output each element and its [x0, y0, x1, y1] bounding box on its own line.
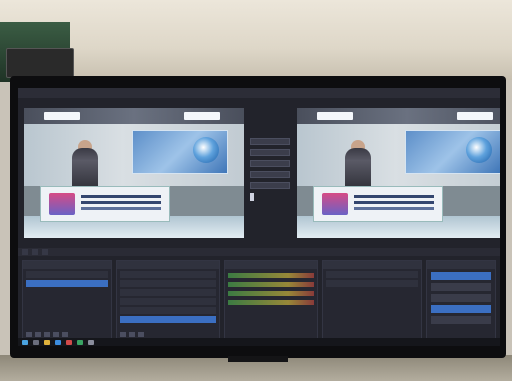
source-item[interactable]: [120, 307, 216, 314]
settings-button[interactable]: [431, 305, 491, 313]
duration-field[interactable]: [326, 280, 418, 287]
gear-icon[interactable]: [138, 332, 144, 337]
ceiling-light: [457, 112, 493, 120]
studio-ceiling: [24, 108, 244, 124]
studio-ceiling: [297, 108, 500, 124]
controls-header: [427, 261, 495, 269]
scenes-footer: [26, 332, 68, 337]
dock-tab[interactable]: [42, 249, 48, 255]
background-device: [6, 48, 74, 78]
sources-header: [117, 261, 219, 269]
transition-button[interactable]: [250, 138, 290, 145]
monitor-stand: [228, 356, 288, 362]
transition-button[interactable]: [250, 149, 290, 156]
dock-tab-bar: [18, 248, 500, 256]
minus-icon[interactable]: [129, 332, 135, 337]
scenes-header: [23, 261, 111, 269]
controls-dock: [426, 260, 496, 340]
volume-meter: [228, 273, 314, 278]
plus-icon[interactable]: [26, 332, 32, 337]
volume-meter: [228, 291, 314, 296]
transitions-dock: [322, 260, 422, 340]
transition-slider-handle[interactable]: [250, 193, 254, 201]
mixer-header: [225, 261, 317, 269]
desk-logo: [322, 193, 348, 215]
transition-button[interactable]: [250, 171, 290, 178]
taskbar-app-icon[interactable]: [33, 339, 39, 345]
up-arrow-icon[interactable]: [53, 332, 59, 337]
video-wall: [405, 130, 500, 174]
down-arrow-icon[interactable]: [62, 332, 68, 337]
transition-button[interactable]: [250, 160, 290, 167]
sources-footer: [120, 332, 144, 337]
ceiling-light: [317, 112, 353, 120]
volume-meter: [228, 282, 314, 287]
minus-icon[interactable]: [35, 332, 41, 337]
transitions-header: [323, 261, 421, 269]
source-item[interactable]: [120, 298, 216, 305]
studio-mode-button[interactable]: [431, 294, 491, 302]
ceiling-light: [44, 112, 80, 120]
video-wall: [132, 130, 228, 174]
plus-icon[interactable]: [120, 332, 126, 337]
program-canvas[interactable]: [297, 108, 500, 238]
exit-button[interactable]: [431, 316, 491, 324]
ceiling-light: [184, 112, 220, 120]
transition-select[interactable]: [326, 271, 418, 278]
desk-text: [354, 195, 434, 198]
news-anchor: [72, 148, 98, 190]
scenes-dock: [22, 260, 112, 340]
globe-graphic: [193, 137, 219, 163]
desk-logo: [49, 193, 75, 215]
audio-mixer-dock: [224, 260, 318, 340]
preview-canvas[interactable]: [24, 108, 244, 238]
globe-graphic: [466, 137, 492, 163]
scene-item[interactable]: [26, 271, 108, 278]
news-desk: [313, 186, 443, 222]
transition-button[interactable]: [250, 182, 290, 189]
obs-window: [18, 88, 500, 346]
taskbar-app-icon[interactable]: [55, 339, 61, 345]
scene-item-selected[interactable]: [26, 280, 108, 287]
taskbar-app-icon[interactable]: [77, 339, 83, 345]
background-wall: [0, 0, 512, 80]
news-anchor: [345, 148, 371, 190]
source-item[interactable]: [120, 280, 216, 287]
dock-tab[interactable]: [22, 249, 28, 255]
source-item[interactable]: [120, 271, 216, 278]
source-item-selected[interactable]: [120, 316, 216, 323]
taskbar: [18, 338, 500, 346]
start-streaming-button[interactable]: [431, 272, 491, 280]
windows-start-icon[interactable]: [22, 339, 28, 345]
gear-icon[interactable]: [44, 332, 50, 337]
taskbar-app-icon[interactable]: [88, 339, 94, 345]
taskbar-app-icon[interactable]: [66, 339, 72, 345]
taskbar-app-icon[interactable]: [44, 339, 50, 345]
volume-meter: [228, 300, 314, 305]
news-desk: [40, 186, 170, 222]
start-recording-button[interactable]: [431, 283, 491, 291]
menu-bar: [18, 88, 500, 98]
transition-panel: [250, 138, 290, 208]
dock-tab[interactable]: [32, 249, 38, 255]
desk-text: [81, 195, 161, 198]
source-item[interactable]: [120, 289, 216, 296]
sources-dock: [116, 260, 220, 340]
